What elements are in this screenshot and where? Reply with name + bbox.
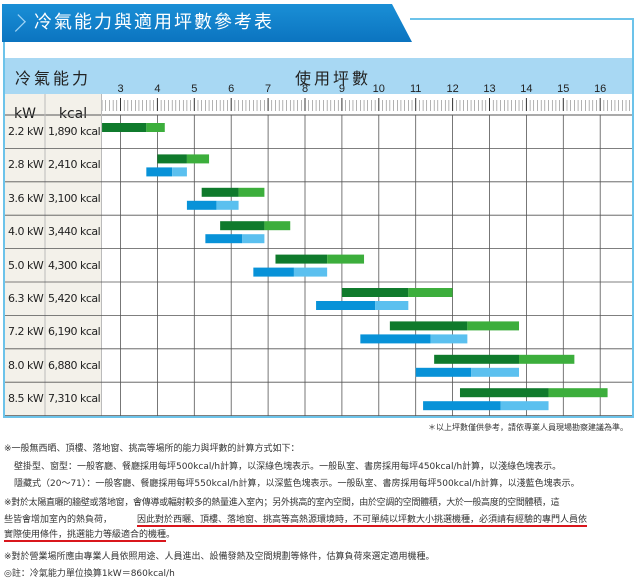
tick-label: 3 — [117, 83, 123, 95]
bar-blue-light — [172, 167, 187, 177]
bar-blue-dark — [360, 334, 431, 344]
bar-blue-dark — [186, 200, 217, 210]
bar-blue-dark — [415, 367, 472, 377]
chart: 3 4 5 6 7 8 9 10 11 12 13 14 15 16 — [5, 83, 632, 417]
note-1b: 隱藏式（20～71）：一般客廳、餐廳採用每坪550kcal/h計算，以深藍色塊表… — [14, 479, 580, 489]
bar-green-light — [146, 123, 165, 132]
tick-label: 16 — [594, 83, 606, 95]
bar-green-dark — [275, 254, 328, 264]
tick-label: 15 — [557, 83, 569, 95]
tick-label: 11 — [410, 83, 421, 95]
bar-green-dark — [157, 154, 187, 164]
bar-blue-dark — [253, 267, 294, 277]
bar-green-dark — [201, 187, 239, 197]
bar-blue-dark — [423, 401, 501, 411]
bar-blue-light — [375, 301, 409, 310]
bar-blue-light — [430, 334, 468, 344]
note-3: ※對於營業場所應由專業人員依照用途、人員進出、設備發熱及空間規劃等條件，估算負荷… — [4, 552, 435, 562]
bar-green-light — [467, 321, 520, 331]
note-2c: 因此對於西曬、頂樓、落地窗、挑高等高熱源環境時，不可單純以坪數大小挑選機種，必須… — [137, 512, 588, 527]
tick-label: 12 — [446, 83, 458, 95]
note-1a: 壁掛型、窗型：一般客廳、餐廳採用每坪500kcal/h計算，以深綠色塊表示。一般… — [14, 462, 562, 472]
tick-label: 13 — [483, 83, 495, 95]
tick-label: 14 — [520, 83, 532, 95]
bar-green-light — [548, 388, 608, 398]
bar-blue-light — [293, 267, 328, 277]
bar-green-light — [519, 354, 575, 364]
bar-blue-light — [471, 367, 520, 377]
bar-green-light — [327, 254, 365, 264]
tick-label: 4 — [154, 83, 160, 95]
note-2d: 實際使用條件，挑選能力等級適合的機種 — [4, 530, 167, 542]
bar-blue-light — [500, 401, 549, 411]
note-2b: 些皆會增加室內的熱負荷， — [4, 515, 113, 525]
bar-blue-dark — [146, 167, 173, 177]
tick-label: 9 — [339, 83, 345, 95]
bar-blue-dark — [205, 234, 243, 244]
note-1: ※一般無西晒、頂樓、落地窗、挑高等場所的能力與坪數的計算方式如下： — [4, 444, 300, 454]
bar-green-light — [238, 187, 265, 197]
bar-green-dark — [102, 123, 147, 132]
reference-note: ＊以上坪數僅供參考，請依專業人員現場勘察建議為準。 — [428, 423, 628, 432]
bar-green-dark — [389, 321, 468, 331]
bar-green-dark — [220, 221, 265, 231]
bar-green-light — [264, 221, 291, 231]
tick-label: 8 — [302, 83, 308, 95]
bar-blue-light — [242, 234, 265, 244]
note-4: ◎註：冷氣能力單位換算1kW＝860kcal/h — [4, 569, 175, 579]
bar-blue-light — [216, 200, 239, 210]
bar-blue-dark — [316, 301, 376, 310]
bar-green-light — [186, 154, 210, 164]
tick-label: 10 — [373, 83, 385, 95]
note-2e: 。 — [166, 530, 176, 540]
bar-green-dark — [341, 288, 409, 297]
tick-label: 7 — [265, 83, 271, 95]
bar-green-light — [408, 288, 453, 297]
tick-label: 6 — [228, 83, 234, 95]
note-2a: ※對於太陽直曬的牆壁或落地窗，會傳導或輻射較多的熱量進入室內；另外挑高的室內空間… — [4, 498, 560, 508]
bar-green-dark — [434, 354, 520, 364]
bar-green-dark — [459, 388, 549, 398]
tick-label: 5 — [191, 83, 197, 95]
